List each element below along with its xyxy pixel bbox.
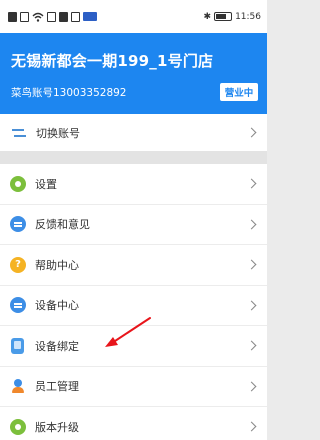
app-icon [47, 11, 56, 22]
device-icon [11, 337, 24, 354]
store-header: 无锡新都会一期199_1号门店 菜鸟账号13003352892 营业中 [0, 33, 267, 114]
store-name: 无锡新都会一期199_1号门店 [11, 52, 214, 70]
status-time: 11:56 [235, 11, 261, 22]
chevron-right-icon [246, 340, 257, 351]
menu-item-help-center[interactable]: ? 帮助中心 [0, 245, 267, 286]
battery-icon [214, 12, 233, 21]
chevron-right-icon [246, 421, 257, 432]
menu-item-settings[interactable]: 设置 [0, 164, 267, 205]
status-left [8, 11, 97, 22]
menu-item-label: 设置 [35, 177, 57, 191]
menu-item-feedback[interactable]: 反馈和意见 [0, 205, 267, 245]
section-divider [0, 151, 267, 164]
gear-icon [10, 418, 26, 435]
chevron-right-icon [246, 300, 257, 311]
account-label: 菜鸟账号13003352892 [11, 87, 127, 99]
app-icon [59, 11, 68, 22]
menu-item-label: 员工管理 [35, 380, 79, 394]
app-badge-icon [83, 12, 97, 21]
menu-item-label: 版本升级 [35, 420, 79, 434]
chevron-right-icon [246, 381, 257, 392]
menu-item-label: 反馈和意见 [35, 218, 90, 232]
menu-item-device-binding[interactable]: 设备绑定 [0, 326, 267, 367]
menu-item-label: 设备中心 [35, 299, 79, 313]
chat-icon [10, 216, 26, 233]
switch-account-label: 切换账号 [36, 126, 80, 140]
app-icon [71, 11, 80, 22]
user-icon [10, 378, 26, 394]
status-right: ✱ 11:56 [204, 12, 261, 22]
chat-icon [10, 297, 26, 314]
switch-account-row[interactable]: 切换账号 [0, 114, 267, 151]
chevron-right-icon [246, 219, 257, 230]
business-status-button[interactable]: 营业中 [220, 83, 258, 101]
menu-item-staff-management[interactable]: 员工管理 [0, 367, 267, 407]
menu-item-label: 帮助中心 [35, 258, 79, 272]
menu-item-device-center[interactable]: 设备中心 [0, 286, 267, 326]
swap-icon [11, 125, 27, 141]
chevron-right-icon [246, 178, 257, 189]
help-icon: ? [10, 256, 26, 273]
status-bar: ✱ 11:56 [0, 0, 267, 33]
gear-icon [10, 175, 26, 192]
menu-item-version-upgrade[interactable]: 版本升级 [0, 407, 267, 440]
chevron-right-icon [246, 259, 257, 270]
menu-item-label: 设备绑定 [35, 339, 79, 353]
chevron-right-icon [246, 127, 257, 138]
bluetooth-icon: ✱ [203, 11, 212, 22]
settings-menu: 设置 反馈和意见 ? 帮助中心 设备中心 设备绑定 员工管理 版本升级 [0, 164, 267, 440]
signal-icon [20, 11, 29, 22]
wifi-icon [32, 12, 44, 22]
notification-icon [8, 11, 17, 22]
